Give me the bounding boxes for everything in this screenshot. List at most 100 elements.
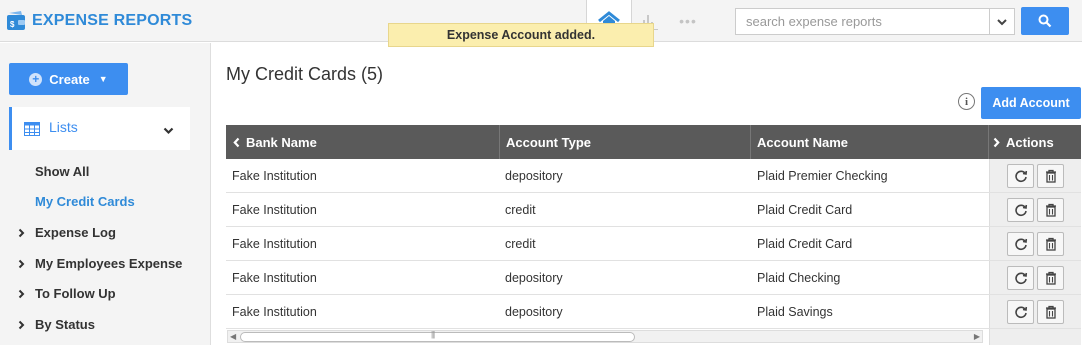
cell-account-name: Plaid Credit Card (757, 202, 853, 217)
table-row[interactable]: Fake Institution credit Plaid Credit Car… (226, 193, 1081, 227)
grip-icon: ||| (431, 330, 435, 339)
chevron-right-icon (18, 320, 28, 330)
sidebar-item-my-credit-cards[interactable]: My Credit Cards (35, 194, 135, 209)
caret-down-icon: ▼ (98, 74, 108, 84)
chevron-down-icon (163, 127, 174, 134)
refresh-button[interactable] (1007, 163, 1034, 188)
table-row[interactable]: Fake Institution depository Plaid Premie… (226, 159, 1081, 193)
chevron-right-icon (18, 289, 28, 299)
plus-circle-icon: + (29, 72, 43, 86)
add-account-button[interactable]: Add Account (981, 87, 1081, 119)
scroll-left-icon[interactable]: ◀ (230, 332, 236, 341)
cell-account-type: depository (505, 304, 563, 319)
svg-text:$: $ (10, 20, 15, 29)
more-icon: ••• (679, 13, 697, 29)
cell-account-type: credit (505, 236, 536, 251)
cell-bank-name: Fake Institution (232, 168, 317, 183)
chevron-right-icon (18, 259, 28, 269)
sidebar-item-show-all[interactable]: Show All (35, 164, 89, 179)
refresh-icon (1014, 203, 1027, 216)
sidebar-item-label: Show All (35, 164, 90, 179)
column-header-account-type[interactable]: Account Type (500, 125, 751, 159)
sidebar-item-label: Expense Log (35, 225, 116, 240)
refresh-icon (1014, 169, 1027, 182)
cell-bank-name: Fake Institution (232, 304, 317, 319)
app-title: EXPENSE REPORTS (32, 12, 193, 29)
column-header-account-name[interactable]: Account Name (751, 125, 989, 159)
refresh-button[interactable] (1007, 231, 1034, 256)
refresh-button[interactable] (1007, 197, 1034, 222)
sidebar: + Create ▼ Lists Show All My Credit Card… (0, 43, 211, 345)
table-grid-icon (24, 121, 40, 136)
trash-icon (1045, 237, 1056, 251)
cell-actions (989, 227, 1081, 260)
sidebar-item-to-follow-up[interactable]: To Follow Up (18, 286, 116, 301)
credit-cards-table: Bank Name Account Type Account Name Acti… (226, 125, 1081, 329)
trash-icon (1045, 203, 1056, 217)
cell-bank-name: Fake Institution (232, 236, 317, 251)
column-header-label: Account Type (506, 134, 591, 150)
table-row[interactable]: Fake Institution depository Plaid Saving… (226, 295, 1081, 329)
horizontal-scrollbar[interactable]: ◀ ||| ▶ (227, 330, 983, 343)
cell-account-type: credit (505, 202, 536, 217)
sidebar-item-label: By Status (35, 317, 95, 332)
cell-account-name: Plaid Checking (757, 270, 841, 285)
table-body: Fake Institution depository Plaid Premie… (226, 159, 1081, 329)
column-header-bank-name[interactable]: Bank Name (226, 125, 500, 159)
chevron-right-icon (18, 228, 28, 238)
toast-notification: Expense Account added. (388, 23, 654, 47)
delete-button[interactable] (1037, 197, 1064, 222)
refresh-icon (1014, 237, 1027, 250)
table-row[interactable]: Fake Institution credit Plaid Credit Car… (226, 227, 1081, 261)
chevron-left-icon[interactable] (233, 137, 240, 148)
search-icon (1038, 14, 1052, 28)
wallet-icon: $ (7, 11, 25, 30)
nav-more[interactable]: ••• (668, 0, 708, 42)
scrollbar-thumb[interactable]: ||| (240, 330, 635, 342)
cell-account-name: Plaid Premier Checking (757, 168, 888, 183)
column-header-label: Bank Name (246, 134, 317, 150)
search-button[interactable] (1021, 7, 1069, 35)
cell-actions (989, 159, 1081, 192)
sidebar-item-label: To Follow Up (35, 286, 116, 301)
sidebar-item-expense-log[interactable]: Expense Log (18, 225, 116, 240)
table-header: Bank Name Account Type Account Name Acti… (226, 125, 1081, 159)
page-title: My Credit Cards (5) (226, 64, 384, 84)
cell-account-name: Plaid Credit Card (757, 236, 853, 251)
cell-bank-name: Fake Institution (232, 270, 317, 285)
refresh-button[interactable] (1007, 299, 1034, 324)
refresh-button[interactable] (1007, 265, 1034, 290)
cell-account-type: depository (505, 270, 563, 285)
search-box (735, 8, 1015, 35)
delete-button[interactable] (1037, 231, 1064, 256)
sidebar-item-by-status[interactable]: By Status (18, 317, 95, 332)
search-input[interactable] (736, 9, 989, 34)
lists-toggle[interactable]: Lists (9, 107, 190, 150)
cell-actions (989, 295, 1081, 328)
column-header-label: Account Name (757, 134, 849, 150)
cell-actions (989, 193, 1081, 226)
refresh-icon (1014, 271, 1027, 284)
info-icon[interactable]: i (958, 93, 975, 110)
app-logo[interactable]: $ EXPENSE REPORTS (6, 10, 192, 32)
sidebar-item-label: My Credit Cards (35, 194, 135, 209)
delete-button[interactable] (1037, 163, 1064, 188)
search-dropdown-toggle[interactable] (989, 9, 1014, 34)
scroll-right-icon[interactable]: ▶ (974, 332, 980, 341)
cell-account-name: Plaid Savings (757, 304, 833, 319)
chevron-down-icon (997, 18, 1007, 25)
trash-icon (1045, 271, 1056, 285)
sidebar-item-my-employees-expense[interactable]: My Employees Expense (18, 256, 182, 271)
chevron-right-icon[interactable] (993, 137, 1000, 148)
column-header-label: Actions (1006, 134, 1054, 150)
delete-button[interactable] (1037, 265, 1064, 290)
sidebar-item-label: My Employees Expense (35, 256, 183, 271)
table-row[interactable]: Fake Institution depository Plaid Checki… (226, 261, 1081, 295)
trash-icon (1045, 169, 1056, 183)
delete-button[interactable] (1037, 299, 1064, 324)
actions-column-fill (989, 329, 1081, 345)
create-button[interactable]: + Create ▼ (9, 63, 128, 95)
create-button-label: Create (49, 71, 90, 87)
cell-account-type: depository (505, 168, 563, 183)
cell-bank-name: Fake Institution (232, 202, 317, 217)
